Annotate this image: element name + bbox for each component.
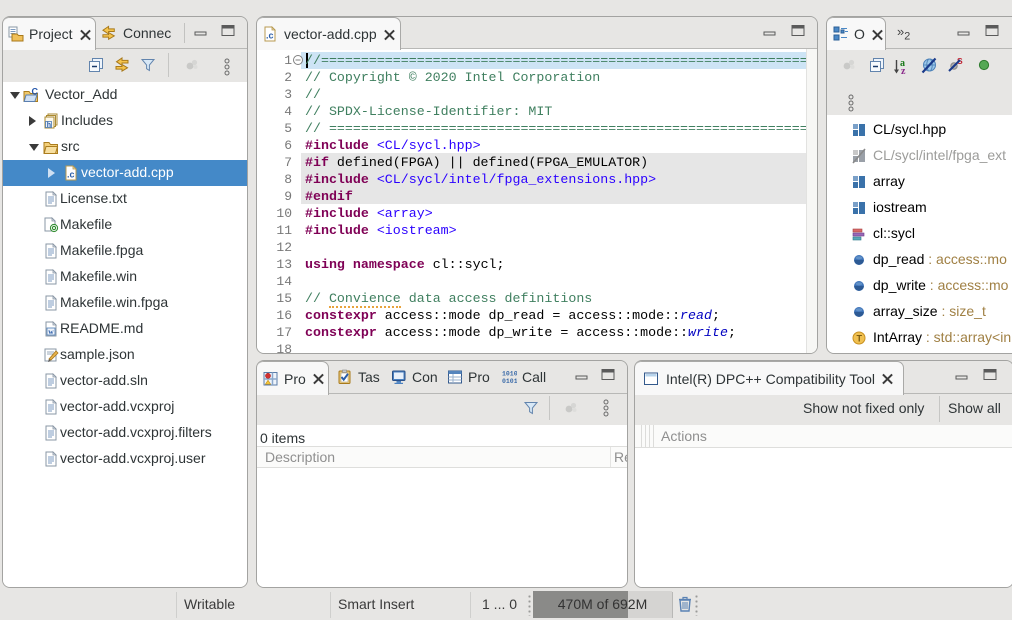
svg-text:w: w xyxy=(48,327,54,336)
svg-text:z: z xyxy=(901,66,906,75)
svg-text:.c: .c xyxy=(67,170,75,180)
svg-text:T: T xyxy=(857,334,863,344)
svg-text:1010: 1010 xyxy=(502,371,517,378)
svg-text:h: h xyxy=(47,122,51,129)
svg-text:0101: 0101 xyxy=(502,378,517,385)
svg-text:C: C xyxy=(32,87,39,97)
svg-text:.c: .c xyxy=(266,31,274,41)
